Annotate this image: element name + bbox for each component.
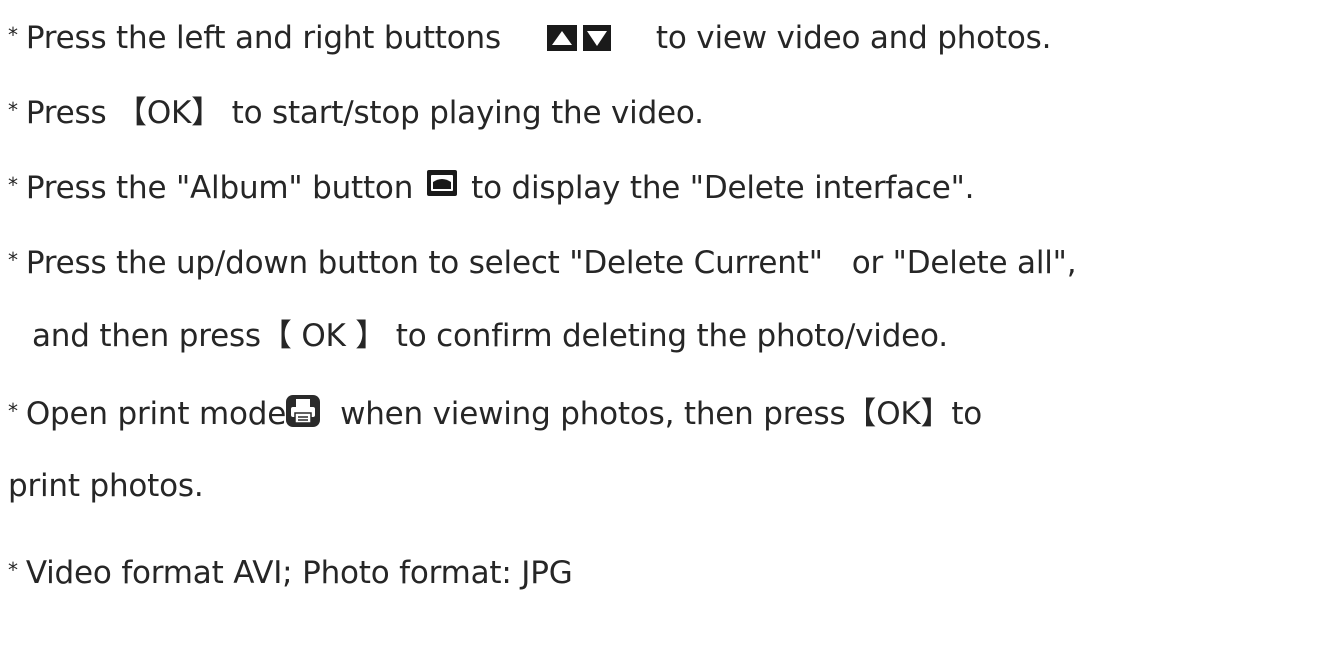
instruction-play: * Press 【OK】 to start/stop playing the vi… (8, 90, 704, 131)
instruction-format-text: Video format AVI; Photo format: JPG (25, 555, 573, 591)
instruction-print-prefix: Open print mode (25, 396, 287, 432)
instruction-print-continuation: print photos. (8, 466, 204, 506)
instruction-album-suffix: to display the "Delete interface". (471, 170, 975, 206)
bullet: * (8, 23, 18, 47)
instruction-format: * Video format AVI; Photo format: JPG (8, 550, 573, 591)
instruction-album: * Press the "Album" button to display the … (8, 165, 975, 206)
instruction-confirm-text: and then press【 OK 】 to confirm deleting… (32, 318, 948, 354)
instruction-navigate-suffix: to view video and photos. (655, 20, 1052, 56)
printer-icon (286, 395, 321, 437)
down-arrow-button-icon (582, 21, 611, 61)
instruction-album-prefix: Press the "Album" button (25, 170, 414, 206)
instruction-navigate-prefix: Press the left and right buttons (25, 20, 501, 56)
bullet: * (8, 399, 18, 423)
bullet: * (8, 98, 18, 122)
instruction-select: * Press the up/down button to select "Del… (8, 240, 1077, 281)
instruction-play-text: Press 【OK】 to start/stop playing the vid… (25, 95, 704, 131)
bullet: * (8, 173, 18, 197)
bullet: * (8, 248, 18, 272)
instruction-select-text: Press the up/down button to select "Dele… (25, 245, 1077, 281)
instruction-print-suffix: when viewing photos, then press【OK】to (340, 396, 983, 432)
album-button-icon (427, 166, 458, 206)
up-arrow-button-icon (546, 21, 577, 61)
instruction-print: * Open print mode when viewing photos, the… (8, 391, 983, 432)
instruction-print-continuation-text: print photos. (8, 468, 204, 504)
bullet: * (8, 558, 18, 582)
instruction-confirm: and then press【 OK 】 to confirm deleting… (32, 316, 948, 356)
instruction-navigate: * Press the left and right buttons to view… (8, 15, 1052, 56)
